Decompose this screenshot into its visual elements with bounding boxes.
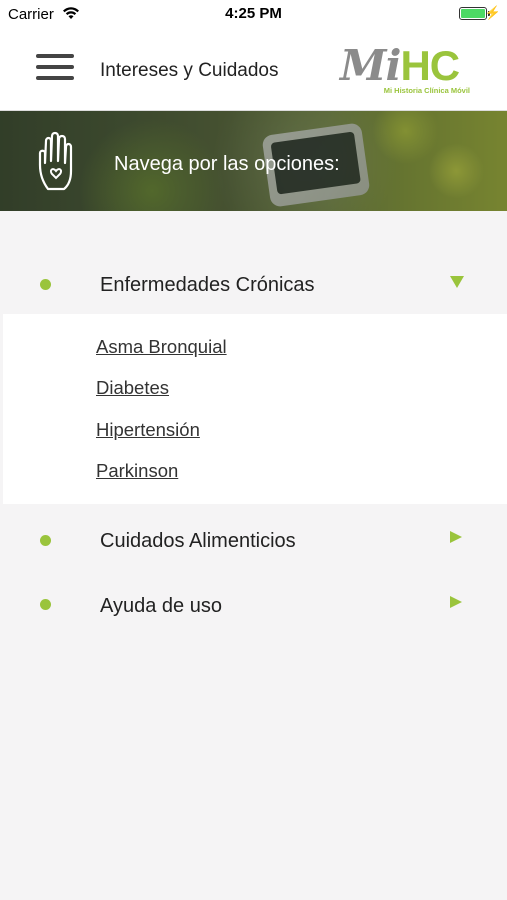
submenu-link-parkinson[interactable]: Parkinson [96,460,178,482]
menu-item-label: Ayuda de uso [100,595,222,617]
chevron-right-icon [450,531,462,543]
bullet-icon [40,279,51,290]
chevron-right-icon [450,596,462,608]
charging-bolt-icon: ⚡ [484,5,501,20]
app-header: Intereses y Cuidados MiHC Mi Historia Cl… [0,30,507,111]
status-time: 4:25 PM [225,5,282,22]
bullet-icon [40,599,51,610]
bullet-icon [40,535,51,546]
app-logo: MiHC Mi Historia Clínica Móvil [340,41,470,96]
menu-item-enfermedades-cronicas[interactable]: Enfermedades Crónicas [0,252,507,314]
menu-item-cuidados-alimenticios[interactable]: Cuidados Alimenticios [0,510,507,570]
submenu-enfermedades-cronicas: Asma Bronquial Diabetes Hipertensión Par… [3,314,507,504]
battery-icon [459,7,490,20]
menu-item-label: Enfermedades Crónicas [100,274,315,296]
page-title: Intereses y Cuidados [100,60,279,81]
chevron-down-icon [450,276,464,288]
submenu-link-asma-bronquial[interactable]: Asma Bronquial [96,336,227,358]
submenu-link-hipertension[interactable]: Hipertensión [96,419,200,441]
submenu-link-diabetes[interactable]: Diabetes [96,377,169,399]
banner-text: Navega por las opciones: [114,153,340,175]
menu-item-ayuda-de-uso[interactable]: Ayuda de uso [0,575,507,635]
banner: Navega por las opciones: [0,111,507,211]
hamburger-menu-icon[interactable] [36,54,74,84]
menu-item-label: Cuidados Alimenticios [100,530,296,552]
status-bar: Carrier 4:25 PM ⚡ [0,0,507,30]
hand-heart-icon [38,131,73,191]
